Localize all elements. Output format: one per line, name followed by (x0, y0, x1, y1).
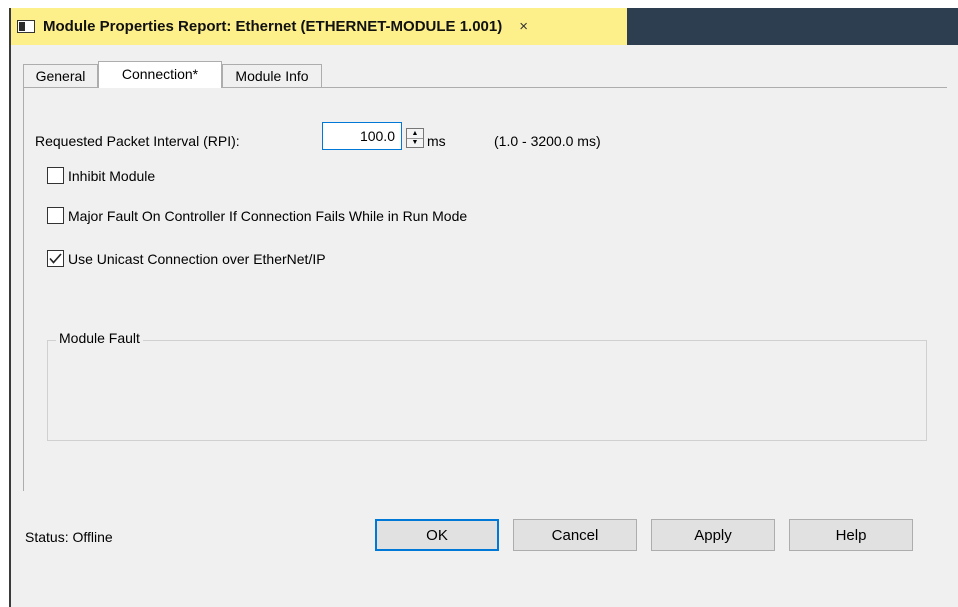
rpi-range: (1.0 - 3200.0 ms) (494, 133, 601, 149)
close-icon[interactable]: × (519, 18, 528, 35)
inhibit-module-row[interactable]: Inhibit Module (47, 167, 155, 184)
unicast-row[interactable]: Use Unicast Connection over EtherNet/IP (47, 250, 326, 267)
checkmark-icon (49, 253, 62, 264)
rpi-label: Requested Packet Interval (RPI): (35, 133, 240, 149)
rpi-input[interactable] (322, 122, 402, 150)
cancel-button[interactable]: Cancel (513, 519, 637, 551)
unicast-checkbox[interactable] (47, 250, 64, 267)
tab-connection[interactable]: Connection* (98, 61, 222, 88)
title-bar: Module Properties Report: Ethernet (ETHE… (11, 8, 958, 45)
unicast-label: Use Unicast Connection over EtherNet/IP (68, 250, 326, 267)
rpi-spinner[interactable]: ▲ ▼ (406, 128, 424, 148)
rpi-unit: ms (427, 133, 446, 149)
tab-general[interactable]: General (23, 64, 98, 87)
major-fault-label: Major Fault On Controller If Connection … (68, 207, 468, 224)
inhibit-module-label: Inhibit Module (68, 167, 156, 184)
ok-button[interactable]: OK (375, 519, 499, 551)
window-title: Module Properties Report: Ethernet (ETHE… (43, 18, 503, 35)
status-text: Status: Offline (25, 529, 113, 545)
module-properties-dialog: General Connection* Module Info Requeste… (11, 45, 958, 607)
module-fault-group (47, 340, 927, 441)
tab-module-info[interactable]: Module Info (222, 64, 322, 87)
apply-button[interactable]: Apply (651, 519, 775, 551)
top-strip (0, 0, 958, 8)
document-tab[interactable]: Module Properties Report: Ethernet (ETHE… (11, 8, 627, 45)
major-fault-row[interactable]: Major Fault On Controller If Connection … (47, 207, 467, 224)
module-window-icon (17, 20, 35, 33)
inhibit-module-checkbox[interactable] (47, 167, 64, 184)
help-button[interactable]: Help (789, 519, 913, 551)
module-fault-label: Module Fault (56, 330, 143, 346)
spin-down-icon[interactable]: ▼ (407, 138, 423, 147)
major-fault-checkbox[interactable] (47, 207, 64, 224)
